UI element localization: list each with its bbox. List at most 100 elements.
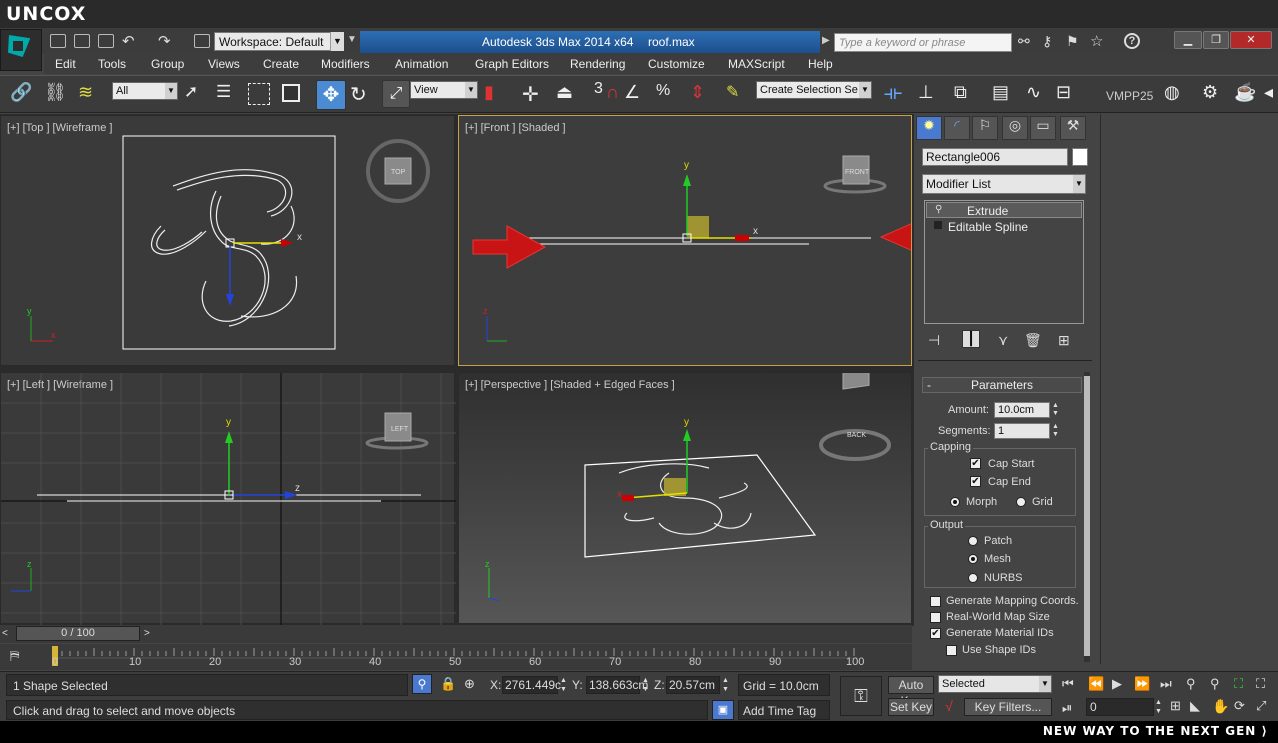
schematic-view-icon[interactable]: ⊟ [1056, 82, 1080, 106]
modifier-list-dropdown[interactable]: Modifier List ▼ [922, 174, 1086, 194]
amount-spinner[interactable]: ▲ ▼ [1052, 402, 1062, 418]
menu-customize[interactable]: Customize [648, 57, 705, 71]
project-folder-icon[interactable] [194, 34, 210, 48]
viewport-top[interactable]: [+] [Top ] [Wireframe ] x y x TOP [0, 115, 455, 366]
remove-modifier-icon[interactable]: 🗑 [1024, 332, 1042, 349]
segments-field[interactable]: 1 [994, 423, 1050, 439]
curve-editor-icon[interactable]: ∿ [1026, 82, 1050, 106]
absolute-mode-icon[interactable]: ⊕ [464, 676, 475, 692]
time-configuration-icon[interactable]: ⊞ [1170, 698, 1181, 714]
x-coord-field[interactable]: 2761.449c [502, 676, 561, 694]
y-coord-spinner[interactable]: ▲ ▼ [642, 676, 649, 694]
y-coord-field[interactable]: 138.663cm [586, 676, 648, 694]
next-frame-button-icon[interactable]: ⏩ [1134, 676, 1150, 692]
current-frame-spinner[interactable]: ▲ ▼ [1155, 698, 1162, 716]
menu-modifiers[interactable]: Modifiers [321, 57, 370, 71]
generate-mapping-checkbox[interactable] [930, 596, 941, 607]
mesh-radio[interactable] [968, 554, 978, 564]
manipulate-icon[interactable]: ✛ [522, 82, 546, 106]
mirror-icon[interactable]: ⟛ [884, 82, 908, 106]
segments-spinner[interactable]: ▲ ▼ [1052, 423, 1062, 439]
maximize-viewport-icon[interactable]: ⤢ [1256, 698, 1266, 714]
default-tangent-icon[interactable]: √ [938, 698, 960, 716]
track-bar[interactable]: ⛿ 0 10 20 30 40 50 60 70 80 90 100 [0, 644, 912, 670]
cap-start-checkbox[interactable]: ✔ [970, 458, 981, 469]
prev-frame-icon[interactable]: < [2, 628, 14, 640]
redo-icon[interactable]: ↷ [158, 32, 171, 50]
window-crossing-icon[interactable] [282, 84, 300, 102]
play-icon[interactable]: ▶ [1112, 676, 1122, 692]
grid-radio[interactable] [1016, 497, 1026, 507]
previous-frame-icon[interactable]: ⏪ [1088, 676, 1104, 692]
isolate-selection-icon[interactable]: ⚲ [412, 674, 432, 694]
panel-scrollbar-thumb[interactable] [1084, 376, 1090, 656]
display-tab-icon[interactable]: ▭ [1030, 116, 1056, 140]
workspace-select[interactable]: Workspace: Default [214, 32, 344, 51]
key-filters-button[interactable]: Key Filters... [964, 698, 1052, 716]
add-time-tag[interactable]: Add Time Tag [738, 700, 830, 720]
select-by-name-icon[interactable]: ☰ [216, 82, 240, 106]
viewcube[interactable] [842, 373, 870, 390]
key-mode-toggle-icon[interactable]: ⏯ [1062, 700, 1072, 716]
real-world-map-checkbox[interactable] [930, 612, 941, 623]
lightbulb-icon[interactable]: ⚲ [935, 204, 942, 215]
pin-stack-icon[interactable]: ⊣ [928, 332, 940, 349]
save-file-icon[interactable] [98, 34, 114, 48]
use-shape-ids-checkbox[interactable] [946, 645, 957, 656]
z-coord-spinner[interactable]: ▲ ▼ [722, 676, 729, 694]
menu-create[interactable]: Create [263, 57, 299, 71]
qat-more-icon[interactable]: ▼ [347, 34, 357, 45]
modifier-stack[interactable]: ⚲ Extrude Editable Spline [924, 200, 1084, 324]
bind-space-warp-icon[interactable]: ≋ [78, 82, 102, 106]
pivot-center-icon[interactable]: ▮ [484, 82, 508, 106]
zoom-extents-all-icon[interactable]: ⛶ [1256, 676, 1265, 692]
close-button[interactable]: ✕ [1230, 31, 1272, 49]
zoom-extents-icon[interactable]: ⛶ [1234, 676, 1243, 692]
collapse-icon[interactable]: - [927, 378, 931, 392]
menu-tools[interactable]: Tools [98, 57, 126, 71]
undo-icon[interactable]: ↶ [122, 32, 135, 50]
time-slider-thumb[interactable]: 0 / 100 [16, 626, 140, 641]
go-to-end-icon[interactable]: ⏭ [1160, 676, 1172, 692]
object-color-swatch[interactable] [1072, 148, 1088, 166]
set-key-button[interactable]: Set Key [888, 698, 934, 716]
graphite-toggle-icon[interactable]: ▤ [992, 82, 1016, 106]
reference-coordinate-dropdown[interactable]: View ▼ [410, 81, 478, 99]
stack-item-editable-spline[interactable]: Editable Spline [926, 219, 1082, 235]
angle-snap-icon[interactable]: ∠ [624, 82, 648, 106]
x-coord-spinner[interactable]: ▲ ▼ [560, 676, 567, 694]
create-tab-icon[interactable]: ✹ [916, 116, 942, 140]
rectangular-selection-icon[interactable] [248, 83, 270, 105]
panel-scrollbar[interactable] [1084, 372, 1090, 662]
set-keys-icon[interactable]: ⚿ [840, 676, 882, 716]
keyboard-shortcut-override-icon[interactable]: ⏏ [556, 82, 580, 106]
lock-icon[interactable]: 🔒 [440, 676, 456, 692]
cap-end-checkbox[interactable]: ✔ [970, 476, 981, 487]
object-name-field[interactable]: Rectangle006 [922, 148, 1068, 166]
render-setup-icon[interactable]: ⚙ [1202, 82, 1226, 106]
patch-radio[interactable] [968, 536, 978, 546]
select-and-rotate-icon[interactable]: ↻ [350, 82, 374, 106]
amount-field[interactable]: 10.0cm [994, 402, 1050, 418]
expand-icon[interactable]: ▶ [822, 35, 830, 46]
current-frame-field[interactable]: 0 [1086, 698, 1154, 716]
new-file-icon[interactable] [50, 34, 66, 48]
parameters-rollout-header[interactable]: - Parameters [922, 377, 1082, 393]
auto-key-button[interactable]: Auto Key [888, 676, 934, 708]
menu-group[interactable]: Group [151, 57, 184, 71]
subscription-icon[interactable]: ⚑ [1066, 33, 1079, 50]
nurbs-radio[interactable] [968, 573, 978, 583]
next-frame-icon[interactable]: > [144, 628, 156, 640]
align-icon[interactable]: ⊥ [918, 82, 942, 106]
chevron-down-icon[interactable]: ▼ [330, 32, 344, 51]
unlink-icon[interactable]: ⛓ [44, 82, 68, 106]
expand-toggle-icon[interactable] [934, 221, 942, 229]
zoom-all-icon[interactable]: ⚲ [1210, 676, 1220, 692]
open-file-icon[interactable] [74, 34, 90, 48]
viewport-left[interactable]: [+] [Left ] [Wireframe ] y z z LEFT [0, 372, 456, 625]
minimize-button[interactable]: ▁ [1174, 31, 1202, 49]
application-button[interactable] [0, 29, 42, 71]
pan-view-icon[interactable]: ✋ [1212, 698, 1229, 715]
layer-manager-icon[interactable]: ⧉ [954, 82, 978, 106]
time-slider[interactable]: < 0 / 100 > [0, 625, 912, 643]
